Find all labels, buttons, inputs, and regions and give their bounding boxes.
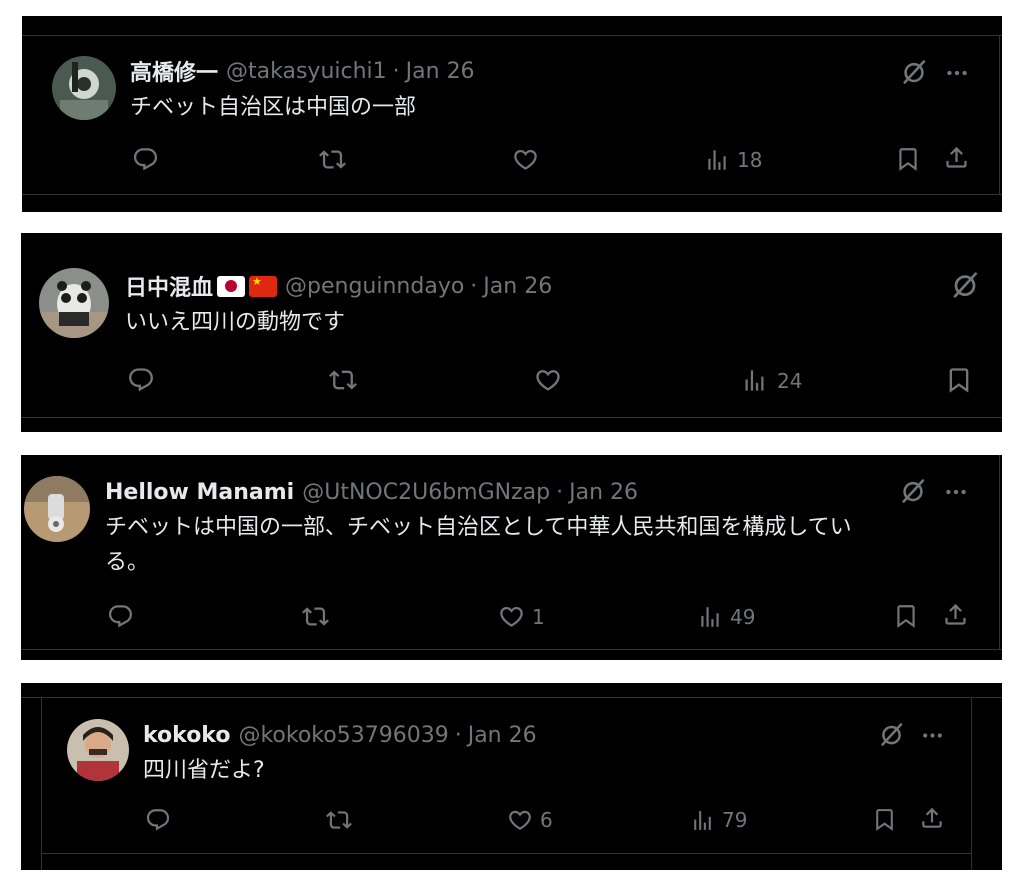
likes-count: 1: [532, 605, 545, 629]
china-flag-icon: [249, 275, 278, 297]
more-icon[interactable]: [944, 60, 970, 86]
divider: [21, 697, 1002, 698]
views-icon[interactable]: [704, 147, 730, 173]
divider: [22, 194, 1002, 195]
bookmark-icon[interactable]: [895, 146, 921, 172]
share-icon[interactable]: [942, 601, 969, 628]
post-text: チベット自治区は中国の一部: [130, 95, 417, 120]
grok-icon[interactable]: [950, 270, 980, 300]
post-header: 日中混血 @penguinndayo · Jan 26: [125, 270, 552, 302]
japan-flag-icon: [217, 275, 246, 297]
handle[interactable]: @kokoko53796039: [238, 723, 448, 748]
post-date[interactable]: Jan 26: [468, 723, 537, 748]
like-icon[interactable]: [512, 146, 539, 173]
repost-icon[interactable]: [326, 807, 352, 833]
views-count: 79: [722, 808, 748, 832]
post-card: kokoko @kokoko53796039 · Jan 26 四川省だよ? 6…: [21, 683, 1002, 870]
separator: ·: [556, 479, 564, 505]
grok-icon[interactable]: [899, 477, 927, 505]
bookmark-icon[interactable]: [872, 807, 897, 832]
repost-icon[interactable]: [302, 603, 329, 630]
divider: [41, 697, 42, 870]
reply-icon[interactable]: [127, 366, 155, 394]
more-icon[interactable]: [943, 479, 969, 505]
divider: [999, 455, 1000, 650]
views-count: 24: [777, 369, 803, 393]
reply-icon[interactable]: [132, 146, 159, 173]
like-icon[interactable]: [498, 603, 525, 630]
post-text-line: る。: [105, 550, 150, 575]
separator: ·: [454, 722, 462, 748]
avatar[interactable]: [67, 719, 129, 781]
divider: [41, 853, 972, 854]
divider: [21, 649, 1002, 650]
post-text: いいえ四川の動物です: [125, 310, 346, 335]
reply-icon[interactable]: [145, 807, 171, 833]
like-icon[interactable]: [534, 366, 562, 394]
views-icon[interactable]: [697, 604, 723, 630]
share-icon[interactable]: [919, 805, 945, 831]
reply-icon[interactable]: [107, 603, 134, 630]
post-card: 日中混血 @penguinndayo · Jan 26 いいえ四川の動物です 2…: [21, 233, 1002, 432]
handle[interactable]: @penguinndayo: [285, 274, 464, 299]
display-name[interactable]: 高橋修一: [130, 55, 218, 87]
likes-count: 6: [540, 808, 553, 832]
like-icon[interactable]: [507, 807, 533, 833]
post-text-line: チベットは中国の一部、チベット自治区として中華人民共和国を構成してい: [105, 515, 852, 540]
grok-icon[interactable]: [878, 721, 905, 748]
divider: [999, 35, 1000, 195]
post-card: Hellow Manami @UtNOC2U6bmGNzap · Jan 26 …: [21, 455, 1002, 660]
divider: [21, 417, 1002, 418]
display-name[interactable]: Hellow Manami: [105, 480, 294, 505]
views-icon[interactable]: [690, 808, 715, 833]
post-header: 高橋修一 @takasyuichi1 · Jan 26: [130, 55, 475, 87]
post-date[interactable]: Jan 26: [483, 274, 552, 299]
bookmark-icon[interactable]: [893, 603, 919, 629]
post-date[interactable]: Jan 26: [406, 59, 475, 84]
share-icon[interactable]: [943, 144, 970, 171]
handle[interactable]: @takasyuichi1: [226, 59, 387, 84]
post-date[interactable]: Jan 26: [569, 480, 638, 505]
divider: [971, 697, 972, 870]
post-card: 高橋修一 @takasyuichi1 · Jan 26 チベット自治区は中国の一…: [22, 16, 1002, 212]
repost-icon[interactable]: [329, 366, 357, 394]
display-name[interactable]: 日中混血: [125, 270, 213, 302]
bookmark-icon[interactable]: [945, 366, 973, 394]
views-icon[interactable]: [741, 367, 768, 394]
avatar[interactable]: [39, 268, 109, 338]
display-name[interactable]: kokoko: [143, 723, 230, 748]
repost-icon[interactable]: [319, 146, 346, 173]
more-icon[interactable]: [920, 723, 945, 748]
separator: ·: [392, 58, 400, 84]
grok-icon[interactable]: [900, 58, 928, 86]
views-count: 18: [737, 148, 763, 172]
post-header: kokoko @kokoko53796039 · Jan 26: [143, 720, 537, 750]
avatar[interactable]: [52, 56, 116, 120]
post-header: Hellow Manami @UtNOC2U6bmGNzap · Jan 26: [105, 477, 638, 507]
avatar[interactable]: [24, 476, 90, 542]
handle[interactable]: @UtNOC2U6bmGNzap: [302, 480, 550, 505]
post-text: 四川省だよ?: [143, 758, 265, 783]
separator: ·: [470, 273, 478, 299]
divider: [22, 35, 1002, 36]
views-count: 49: [730, 605, 756, 629]
